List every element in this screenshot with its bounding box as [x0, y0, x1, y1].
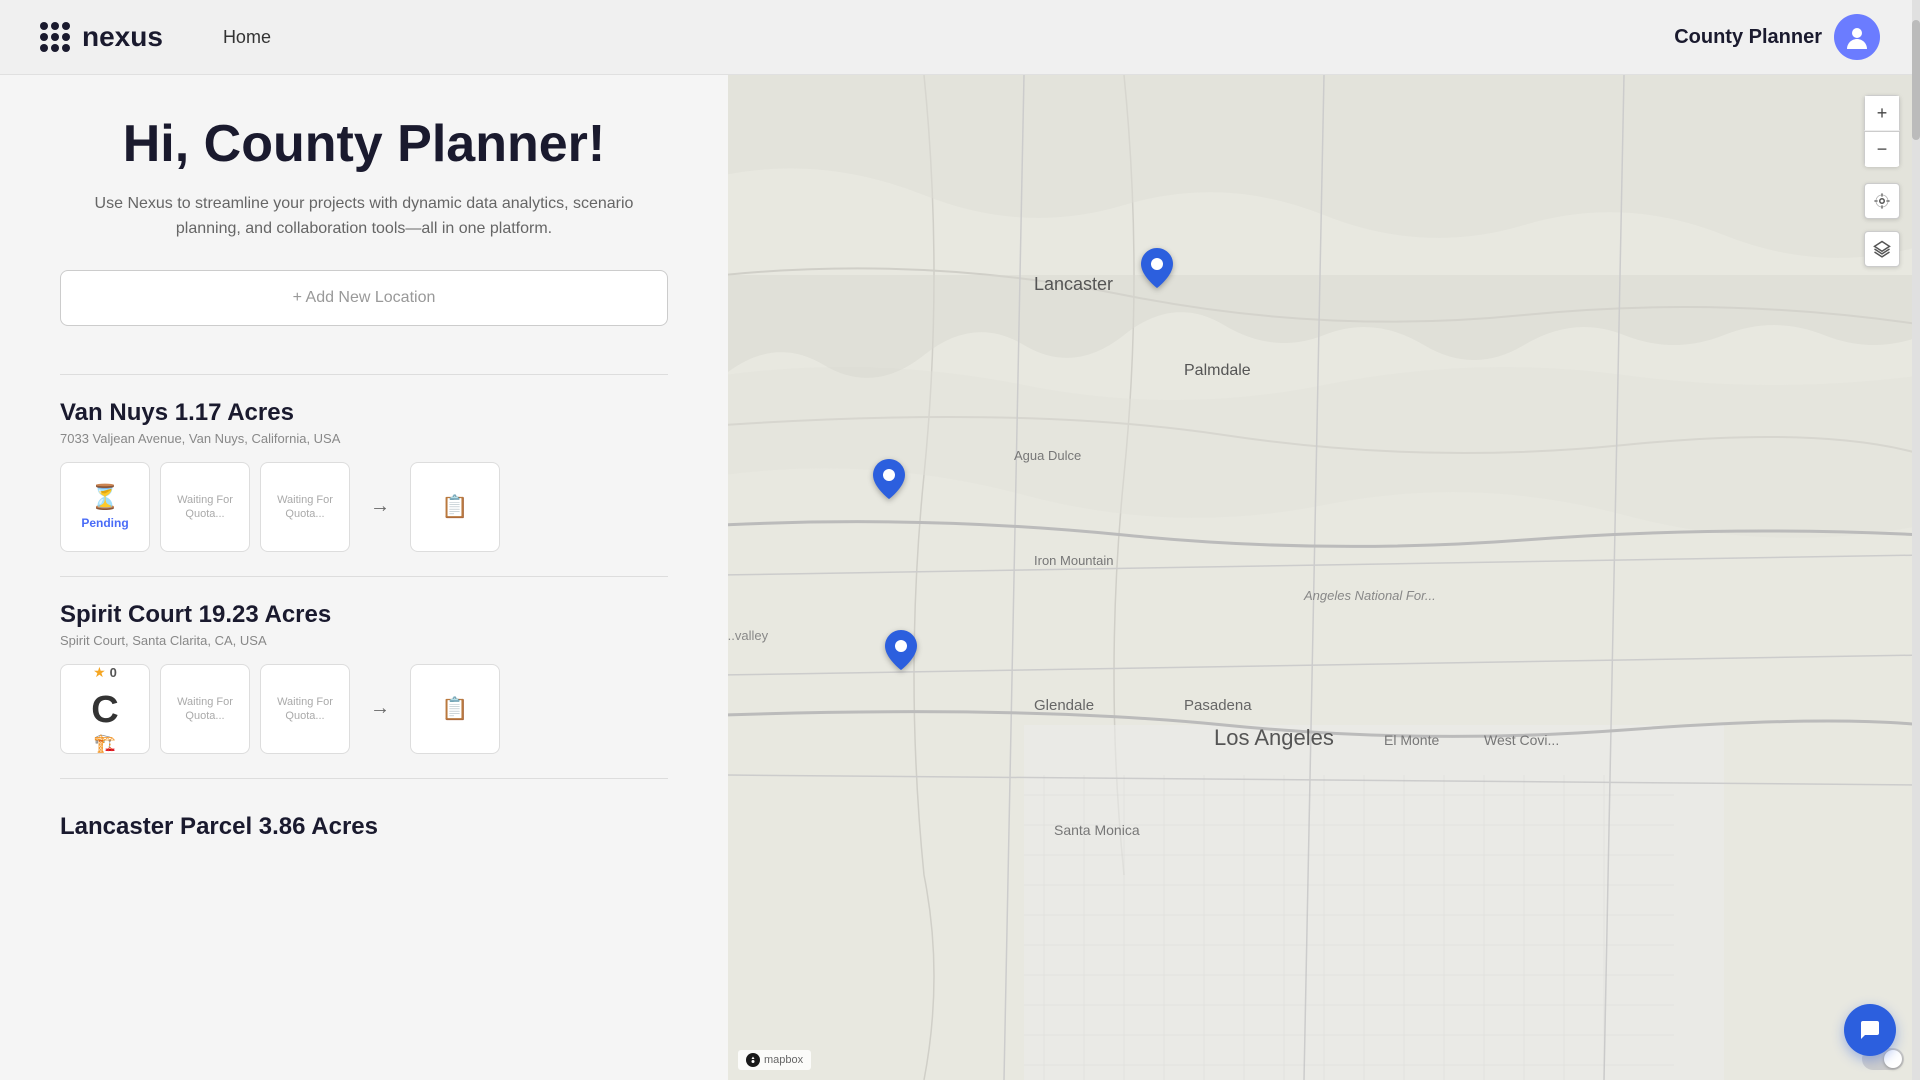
- service-card-waiting-1[interactable]: Waiting For Quota...: [160, 462, 250, 552]
- svg-text:Agua Dulce: Agua Dulce: [1014, 448, 1081, 463]
- sub-service-icon: 🏗️: [94, 733, 116, 754]
- location-name-lancaster: Lancaster Parcel 3.86 Acres: [60, 813, 668, 841]
- pending-label: Pending: [81, 516, 128, 530]
- zoom-in-button[interactable]: +: [1864, 95, 1900, 131]
- divider-1: [60, 374, 668, 375]
- arrow-button[interactable]: →: [360, 462, 400, 552]
- location-card-spirit-court: Spirit Court 19.23 Acres Spirit Court, S…: [60, 601, 668, 754]
- spirit-doc-icon: 📋: [441, 696, 468, 722]
- main-content: Hi, County Planner! Use Nexus to streaml…: [0, 75, 1920, 1080]
- star-row: ★ 0: [93, 664, 117, 681]
- doc-icon: 📋: [441, 494, 468, 520]
- spirit-arrow-icon: →: [370, 697, 390, 720]
- map-pin-1[interactable]: [1141, 248, 1173, 296]
- svg-text:Angeles National For...: Angeles National For...: [1303, 588, 1436, 603]
- service-card-spirit-waiting-1[interactable]: Waiting For Quota...: [160, 664, 250, 754]
- header-right: County Planner: [1674, 14, 1880, 60]
- svg-text:El Monte: El Monte: [1384, 732, 1439, 748]
- user-name: County Planner: [1674, 26, 1822, 49]
- services-row-van-nuys: ⏳ Pending Waiting For Quota... Waiting F…: [60, 462, 668, 552]
- star-count: 0: [110, 665, 117, 680]
- svg-text:West Covi...: West Covi...: [1484, 732, 1559, 748]
- mapbox-label: mapbox: [764, 1054, 803, 1066]
- svg-text:Glendale: Glendale: [1034, 697, 1094, 714]
- service-card-pending[interactable]: ⏳ Pending: [60, 462, 150, 552]
- spirit-arrow-button[interactable]: →: [360, 664, 400, 754]
- service-card-spirit-doc[interactable]: 📋: [410, 664, 500, 754]
- locate-button[interactable]: [1864, 183, 1900, 219]
- layers-button[interactable]: [1864, 231, 1900, 267]
- scrollbar[interactable]: [1912, 75, 1920, 1080]
- location-address-spirit-court: Spirit Court, Santa Clarita, CA, USA: [60, 633, 668, 648]
- location-card-van-nuys: Van Nuys 1.17 Acres 7033 Valjean Avenue,…: [60, 399, 668, 552]
- add-location-button[interactable]: + Add New Location: [60, 270, 668, 326]
- subtitle: Use Nexus to streamline your projects wi…: [60, 191, 668, 242]
- avatar[interactable]: [1834, 14, 1880, 60]
- grade-letter: C: [91, 691, 118, 729]
- waiting-text-1: Waiting For Quota...: [169, 493, 241, 522]
- zoom-controls: + −: [1864, 95, 1900, 167]
- service-card-grade[interactable]: ★ 0 C 🏗️: [60, 664, 150, 754]
- divider-2: [60, 576, 668, 577]
- svg-text:Santa Monica: Santa Monica: [1054, 822, 1140, 838]
- mapbox-attribution: mapbox: [738, 1050, 811, 1070]
- service-card-waiting-2[interactable]: Waiting For Quota...: [260, 462, 350, 552]
- logo-text: nexus: [82, 21, 163, 53]
- divider-3: [60, 778, 668, 779]
- location-card-lancaster: Lancaster Parcel 3.86 Acres: [60, 803, 668, 841]
- map-background: Lancaster Palmdale Agua Dulce Iron Mount…: [728, 75, 1920, 1080]
- svg-text:Iron Mountain: Iron Mountain: [1034, 553, 1114, 568]
- logo[interactable]: nexus: [40, 21, 163, 53]
- waiting-text-2: Waiting For Quota...: [269, 493, 341, 522]
- services-row-spirit-court: ★ 0 C 🏗️ Waiting For Quota... Waiting Fo…: [60, 664, 668, 754]
- header: nexus Home County Planner: [0, 0, 1920, 75]
- service-card-doc[interactable]: 📋: [410, 462, 500, 552]
- spirit-waiting-text-2: Waiting For Quota...: [269, 695, 341, 724]
- toggle-dot: [1884, 1050, 1902, 1068]
- scroll-thumb: [1912, 75, 1920, 140]
- svg-text:...valley: ...valley: [728, 628, 769, 643]
- chat-button[interactable]: [1844, 1004, 1896, 1056]
- arrow-icon: →: [370, 495, 390, 518]
- location-name-van-nuys: Van Nuys 1.17 Acres: [60, 399, 668, 427]
- left-panel: Hi, County Planner! Use Nexus to streaml…: [0, 75, 728, 1080]
- hourglass-icon: ⏳: [90, 483, 120, 512]
- map-pin-2[interactable]: [873, 459, 905, 507]
- svg-text:Pasadena: Pasadena: [1184, 697, 1252, 714]
- svg-text:Lancaster: Lancaster: [1034, 274, 1113, 294]
- map-pin-3[interactable]: [885, 630, 917, 678]
- map-controls: + −: [1864, 95, 1900, 267]
- logo-icon: [40, 22, 70, 52]
- nav-home[interactable]: Home: [223, 27, 271, 48]
- svg-text:Los Angeles: Los Angeles: [1214, 725, 1334, 750]
- greeting: Hi, County Planner!: [60, 115, 668, 175]
- location-name-spirit-court: Spirit Court 19.23 Acres: [60, 601, 668, 629]
- star-icon: ★: [93, 664, 106, 681]
- spirit-waiting-text-1: Waiting For Quota...: [169, 695, 241, 724]
- service-card-spirit-waiting-2[interactable]: Waiting For Quota...: [260, 664, 350, 754]
- zoom-out-button[interactable]: −: [1864, 131, 1900, 167]
- map-panel: Lancaster Palmdale Agua Dulce Iron Mount…: [728, 75, 1920, 1080]
- svg-text:Palmdale: Palmdale: [1184, 362, 1251, 379]
- location-address-van-nuys: 7033 Valjean Avenue, Van Nuys, Californi…: [60, 431, 668, 446]
